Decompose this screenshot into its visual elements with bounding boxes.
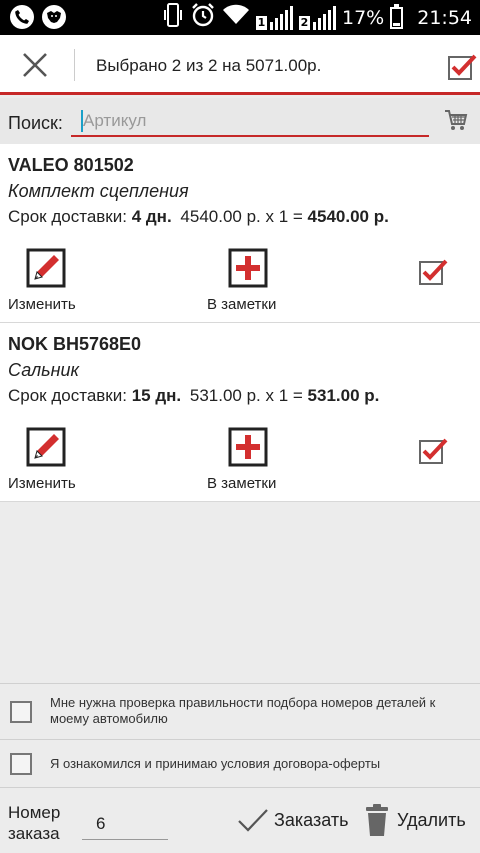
order-button[interactable]: Заказать bbox=[236, 806, 348, 834]
battery-percent: 17% bbox=[342, 6, 385, 29]
search-row: Поиск: bbox=[0, 98, 480, 144]
delete-button-label: Удалить bbox=[397, 809, 466, 830]
order-footer: Номер заказа Заказать Удалить bbox=[0, 787, 480, 853]
select-all-checkbox[interactable] bbox=[448, 54, 477, 80]
vibrate-icon bbox=[162, 2, 184, 33]
selection-title: Выбрано 2 из 2 на 5071.00р. bbox=[96, 56, 322, 75]
edit-label: Изменить bbox=[8, 296, 76, 313]
item-delivery: Срок доставки: 15 дн. 531.00 р. х 1 = 53… bbox=[8, 386, 380, 405]
item-title: NOK BH5768E0 bbox=[8, 334, 142, 354]
agreement-checkbox[interactable] bbox=[10, 701, 32, 723]
action-bar: Выбрано 2 из 2 на 5071.00р. bbox=[0, 35, 480, 95]
order-button-label: Заказать bbox=[274, 809, 349, 830]
edit-label: Изменить bbox=[8, 475, 76, 492]
agreement-text: Мне нужна проверка правильности подбора … bbox=[50, 695, 436, 726]
add-to-notes-button[interactable]: В заметки bbox=[207, 248, 297, 313]
item-delivery: Срок доставки: 4 дн. 4540.00 р. х 1 = 45… bbox=[8, 207, 389, 226]
search-input[interactable] bbox=[71, 107, 429, 137]
agreement-checkbox[interactable] bbox=[10, 753, 32, 775]
battery-icon bbox=[390, 3, 404, 29]
edit-button[interactable]: Изменить bbox=[8, 248, 88, 313]
add-to-notes-label: В заметки bbox=[207, 296, 277, 313]
close-icon bbox=[23, 53, 47, 77]
agreement-row[interactable]: Мне нужна проверка правильности подбора … bbox=[0, 683, 480, 739]
edit-button[interactable]: Изменить bbox=[8, 427, 88, 492]
trash-icon bbox=[366, 804, 388, 836]
status-bar: 1 2 17% 21:54 bbox=[0, 0, 480, 35]
alarm-icon bbox=[190, 2, 216, 33]
cart-list: VALEO 801502 Комплект сцепления Срок дос… bbox=[0, 144, 480, 502]
checkmark-icon bbox=[451, 54, 477, 76]
signal-icon: 2 bbox=[299, 5, 336, 30]
add-to-notes-button[interactable]: В заметки bbox=[207, 427, 297, 492]
checkmark-icon bbox=[238, 809, 268, 832]
clock: 21:54 bbox=[417, 6, 472, 29]
edit-icon bbox=[26, 427, 66, 467]
add-note-icon bbox=[228, 248, 268, 288]
lion-app-icon bbox=[42, 5, 66, 29]
list-item: NOK BH5768E0 Сальник Срок доставки: 15 д… bbox=[0, 323, 480, 502]
order-number-field[interactable] bbox=[82, 808, 168, 840]
item-description: Сальник bbox=[8, 360, 80, 380]
item-checkbox[interactable] bbox=[419, 259, 448, 285]
add-to-notes-label: В заметки bbox=[207, 475, 277, 492]
close-button[interactable] bbox=[12, 47, 58, 83]
divider bbox=[74, 49, 75, 81]
item-checkbox[interactable] bbox=[419, 438, 448, 464]
add-note-icon bbox=[228, 427, 268, 467]
edit-icon bbox=[26, 248, 66, 288]
wifi-icon bbox=[222, 4, 250, 31]
phone-icon bbox=[10, 5, 34, 29]
item-description: Комплект сцепления bbox=[8, 181, 189, 201]
signal-icon: 1 bbox=[256, 5, 293, 30]
item-title: VALEO 801502 bbox=[8, 155, 134, 175]
list-item: VALEO 801502 Комплект сцепления Срок дос… bbox=[0, 144, 480, 323]
agreement-row[interactable]: Я ознакомился и принимаю условия договор… bbox=[0, 739, 480, 787]
checkmark-icon bbox=[422, 438, 448, 460]
search-label: Поиск: bbox=[8, 113, 63, 133]
checkmark-icon bbox=[422, 259, 448, 281]
agreement-text: Я ознакомился и принимаю условия договор… bbox=[50, 756, 381, 771]
order-number-label: Номер заказа bbox=[8, 803, 61, 843]
cart-icon[interactable] bbox=[444, 108, 468, 137]
delete-button[interactable]: Удалить bbox=[365, 803, 466, 837]
text-cursor bbox=[81, 110, 83, 132]
